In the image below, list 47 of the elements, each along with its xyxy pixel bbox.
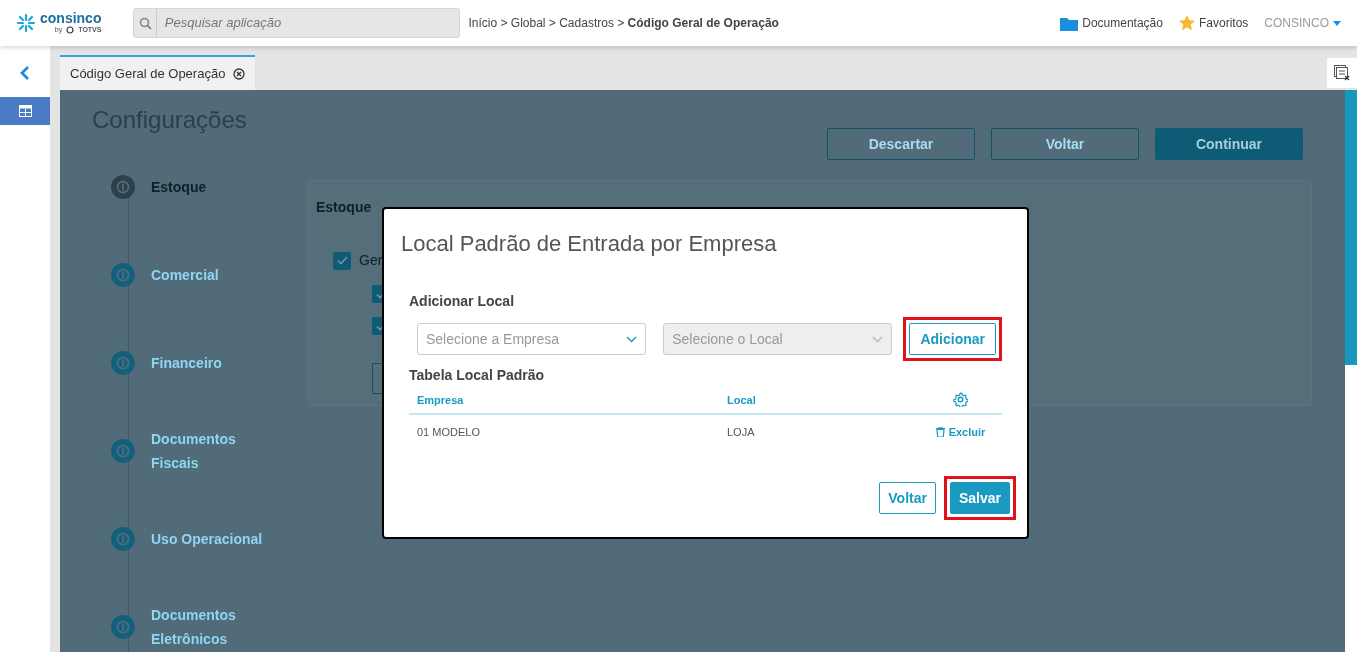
modal-title: Local Padrão de Entrada por Empresa <box>401 231 778 258</box>
breadcrumb: Início > Global > Cadastros > Código Geral de Operação <box>468 15 779 32</box>
folder-icon <box>1060 15 1079 31</box>
sidebar-item[interactable] <box>0 97 50 125</box>
scrollbar-thumb[interactable] <box>1345 90 1357 365</box>
brand-name: consinco <box>40 10 102 25</box>
chevron-down-icon <box>626 335 638 343</box>
step-label[interactable]: Documentos Fiscais <box>151 427 263 475</box>
back-icon[interactable] <box>20 66 30 80</box>
checkbox-label: Ger <box>359 251 383 270</box>
add-button[interactable]: Adicionar <box>909 323 996 356</box>
star-icon <box>1178 15 1195 31</box>
header-link[interactable]: Documentação <box>1060 14 1163 32</box>
close-icon[interactable] <box>233 67 246 80</box>
column-header: Empresa <box>416 392 465 408</box>
user-menu[interactable]: CONSINCO <box>1264 14 1329 32</box>
step-label[interactable]: Documentos Eletrônicos <box>151 603 263 651</box>
action-button[interactable]: Voltar <box>991 128 1139 160</box>
section-label: Tabela Local Padrão <box>409 366 546 386</box>
chevron-down-icon <box>872 335 884 343</box>
checkmark-icon <box>336 256 348 265</box>
logo-icon <box>16 13 36 33</box>
action-button[interactable]: Descartar <box>827 128 975 160</box>
calendar-icon <box>18 105 32 117</box>
settings-icon <box>953 392 968 408</box>
select-field[interactable]: Selecione a Empresa <box>417 323 647 356</box>
delete-link[interactable]: Excluir <box>935 423 986 441</box>
search-icon <box>138 16 152 30</box>
trash-icon <box>935 426 945 437</box>
step-label[interactable]: Financeiro <box>151 351 263 375</box>
table-cell-text: LOJA <box>726 424 756 440</box>
back-button[interactable]: Voltar <box>879 482 936 514</box>
close-tabs-icon[interactable] <box>1334 65 1350 81</box>
step-label[interactable]: Uso Operacional <box>151 527 263 551</box>
tab[interactable]: Código Geral de Operação <box>60 55 256 90</box>
step-label[interactable]: Comercial <box>151 263 263 287</box>
checkbox[interactable] <box>333 251 351 270</box>
continue-button[interactable]: Continuar <box>1155 128 1303 160</box>
partner-logo-icon <box>66 26 75 34</box>
header-link[interactable]: Favoritos <box>1178 14 1249 32</box>
card-title: Estoque <box>316 198 373 217</box>
caret-icon <box>1333 20 1341 26</box>
column-header: Local <box>726 392 757 408</box>
table-cell-text: 01 MODELO <box>416 424 481 440</box>
save-button[interactable]: Salvar <box>949 482 1010 514</box>
step-label[interactable]: Estoque <box>151 175 263 199</box>
section-label: Adicionar Local <box>409 292 516 312</box>
